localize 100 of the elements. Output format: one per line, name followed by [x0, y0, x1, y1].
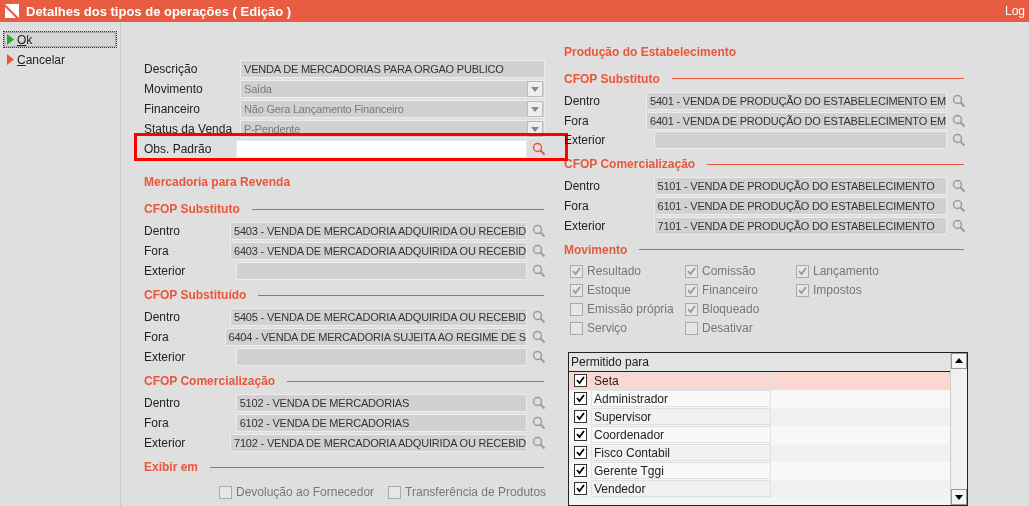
checkbox[interactable] — [570, 283, 583, 297]
list-item-label: Fisco Contabil — [591, 444, 771, 462]
section-heading: Movimento — [564, 242, 628, 257]
checkbox[interactable] — [685, 302, 698, 316]
checkbox-label: Bloqueado — [702, 302, 760, 317]
lookup-field[interactable] — [235, 262, 527, 280]
checkbox[interactable] — [570, 321, 583, 335]
app-logo-icon — [4, 3, 20, 19]
dropdown-arrow-icon — [531, 126, 539, 132]
search-icon[interactable] — [532, 224, 546, 238]
search-icon[interactable] — [532, 436, 546, 450]
field-label: Status da Venda — [144, 122, 234, 136]
checkbox[interactable] — [685, 283, 698, 297]
lookup-field[interactable]: 5401 - VENDA DE PRODUÇÃO DO ESTABELECIMENTO EM — [645, 91, 947, 110]
scroll-down-icon[interactable] — [955, 494, 963, 500]
checkbox[interactable] — [685, 321, 698, 335]
section-heading: CFOP Comercialização — [144, 374, 276, 388]
scroll-up-icon[interactable] — [955, 358, 963, 364]
field-label: Financeiro — [144, 102, 202, 116]
field-label: Exterior — [144, 436, 187, 450]
search-icon[interactable] — [952, 219, 966, 233]
section-title: Mercadoria para Revenda — [144, 174, 292, 191]
triangle-icon — [7, 54, 14, 65]
checkbox[interactable] — [796, 264, 809, 278]
section-heading: CFOP Substituto — [564, 71, 660, 86]
search-icon[interactable] — [952, 113, 966, 128]
lookup-field[interactable]: 5405 - VENDA DE MERCADORIA ADQUIRIDA OU RECEBID — [230, 308, 527, 326]
checkbox-label: Emissão própria — [587, 302, 674, 317]
field-label: Dentro — [564, 179, 602, 194]
list-item-label: Gerente Tggi — [591, 462, 771, 480]
checkbox[interactable] — [574, 482, 587, 496]
section-heading: CFOP Substituído — [144, 288, 247, 302]
lookup-field[interactable]: 7102 - VENDA DE MERCADORIA ADQUIRIDA OU RECEBID — [230, 434, 527, 452]
lookup-field[interactable]: 6403 - VENDA DE MERCADORIA ADQUIRIDA OU RECEBID — [230, 242, 527, 260]
checkbox[interactable] — [219, 485, 232, 499]
scrollbar[interactable] — [950, 352, 967, 505]
field-label: Exterior — [564, 219, 607, 233]
search-icon[interactable] — [532, 264, 546, 278]
section-heading: Exibir em — [144, 460, 199, 474]
search-icon[interactable] — [952, 179, 966, 194]
dropdown-arrow-icon — [531, 86, 539, 92]
checkbox-label: Devolução ao Fornecedor — [236, 485, 375, 499]
checkbox[interactable] — [574, 410, 587, 424]
cancel-button[interactable]: Cancelar — [3, 51, 117, 68]
checkbox-label: Financeiro — [702, 283, 759, 298]
checkbox[interactable] — [570, 264, 583, 278]
section-heading: CFOP Comercialização — [564, 157, 696, 172]
search-icon[interactable] — [532, 142, 546, 156]
lookup-field[interactable]: 5102 - VENDA DE MERCADORIAS — [235, 394, 527, 412]
field-label: Fora — [144, 330, 170, 344]
field-label: Fora — [564, 199, 590, 214]
lookup-field[interactable] — [235, 348, 527, 366]
checkbox-label: Comissão — [702, 264, 756, 279]
list-item-label: Seta — [591, 372, 771, 390]
list-item-label: Vendedor — [591, 480, 771, 498]
checkbox[interactable] — [570, 302, 583, 316]
field-label: Dentro — [144, 224, 182, 238]
search-icon[interactable] — [532, 416, 546, 430]
window-title: Detalhes dos tipos de operações ( Edição ) — [26, 3, 293, 19]
lookup-field[interactable]: 5403 - VENDA DE MERCADORIA ADQUIRIDA OU RECEBID — [230, 222, 527, 240]
lookup-field[interactable]: 5101 - VENDA DE PRODUÇÃO DO ESTABELECIMENTO — [653, 177, 947, 196]
checkbox-label: Desativar — [702, 321, 753, 336]
lookup-field[interactable]: 6102 - VENDA DE MERCADORIAS — [235, 414, 527, 432]
ok-button[interactable]: Ok — [3, 31, 117, 48]
checkbox-label: Lançamento — [813, 264, 880, 279]
section-heading: CFOP Substituto — [144, 202, 240, 216]
checkbox[interactable] — [685, 264, 698, 278]
field-label: Exterior — [144, 350, 187, 364]
search-icon[interactable] — [952, 93, 966, 108]
triangle-icon — [7, 34, 14, 45]
field-label: Dentro — [144, 396, 182, 410]
list-item-label: Coordenador — [591, 426, 771, 444]
lookup-field[interactable]: 7101 - VENDA DE PRODUÇÃO DO ESTABELECIMENTO — [653, 217, 947, 235]
search-icon[interactable] — [532, 244, 546, 258]
checkbox-label: Transferência de Produtos — [405, 485, 547, 499]
field-label: Movimento — [144, 82, 204, 96]
lookup-field[interactable]: 6404 - VENDA DE MERCADORIA SUJEITA AO REGIME DE S — [224, 328, 527, 346]
checkbox-label: Resultado — [587, 264, 642, 279]
search-icon[interactable] — [952, 199, 966, 214]
search-icon[interactable] — [532, 330, 546, 344]
checkbox[interactable] — [574, 464, 587, 478]
checkbox[interactable] — [574, 374, 587, 388]
description-field[interactable]: VENDA DE MERCADORIAS PARA ORGAO PUBLICO — [240, 60, 545, 78]
checkbox[interactable] — [796, 283, 809, 297]
checkbox[interactable] — [574, 392, 587, 406]
lookup-field[interactable]: 6101 - VENDA DE PRODUÇÃO DO ESTABELECIMENTO — [653, 197, 947, 216]
search-icon[interactable] — [532, 396, 546, 410]
field-label: Fora — [144, 416, 170, 430]
checkbox[interactable] — [388, 485, 402, 499]
search-icon[interactable] — [952, 133, 966, 148]
lookup-field[interactable] — [653, 131, 947, 150]
field-label: Fora — [144, 244, 170, 258]
input-field[interactable] — [235, 140, 527, 158]
lookup-field[interactable]: 6401 - VENDA DE PRODUÇÃO DO ESTABELECIMENTO EM — [645, 111, 947, 130]
search-icon[interactable] — [532, 350, 546, 364]
checkbox-label: Serviço — [587, 321, 627, 336]
search-icon[interactable] — [532, 310, 546, 324]
checkbox[interactable] — [574, 428, 587, 442]
checkbox[interactable] — [574, 446, 587, 460]
field-label: Obs. Padrão — [144, 142, 213, 156]
